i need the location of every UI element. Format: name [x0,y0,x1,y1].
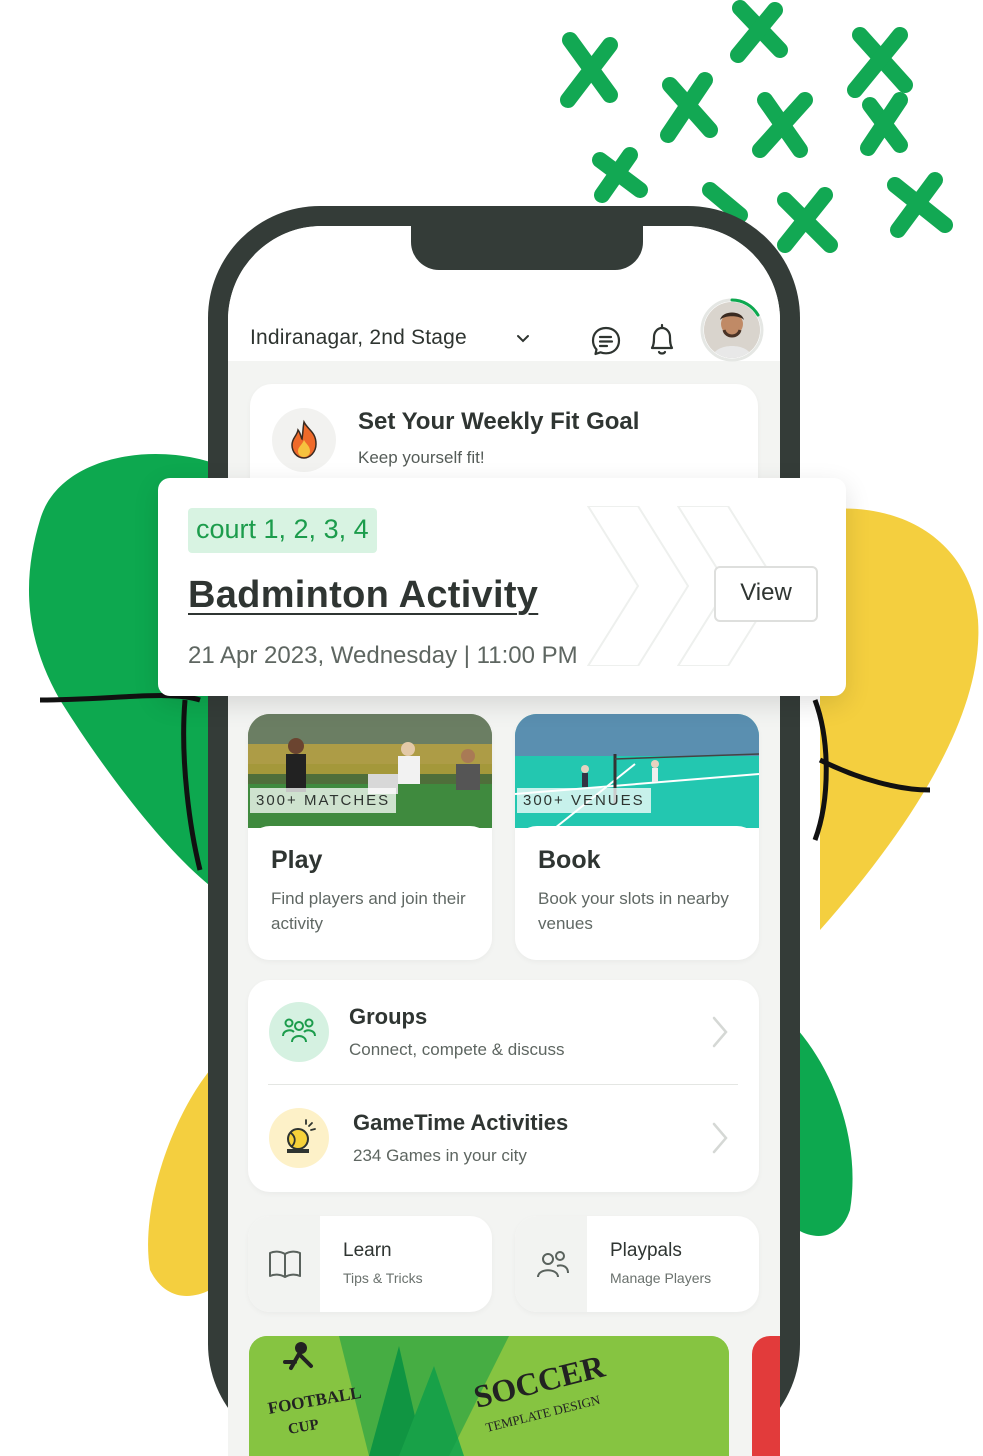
app-screen: Indiranagar, 2nd Stage Set Your Weekly F… [228,226,780,1456]
learn-subtitle: Tips & Tricks [343,1270,423,1286]
activity-title[interactable]: Badminton Activity [188,574,538,617]
banner-artwork: FOOTBALL CUP SOCCER TEMPLATE DESIGN [249,1336,729,1456]
features-list-card: Groups Connect, compete & discuss GameTi… [248,980,759,1192]
chevron-down-icon[interactable] [514,330,532,348]
fit-goal-icon-bg [272,408,336,472]
bell-icon[interactable] [646,322,678,358]
groups-icon-bg [269,1002,329,1062]
book-tile[interactable]: 300+ VENUES Book Book your slots in near… [515,714,759,960]
play-tile[interactable]: 300+ MATCHES Play Find players and join … [248,714,492,960]
chevron-right-icon [712,1122,728,1154]
matches-badge: 300+ MATCHES [250,788,397,813]
learn-card[interactable]: Learn Tips & Tricks [248,1216,492,1312]
fit-goal-title: Set Your Weekly Fit Goal [358,408,640,435]
playpals-icon-box [515,1216,587,1312]
playpals-title: Playpals [610,1240,682,1261]
phone-notch [411,226,643,270]
location-selector[interactable]: Indiranagar, 2nd Stage [250,326,467,350]
court-chip: court 1, 2, 3, 4 [188,508,377,553]
list-divider [268,1084,738,1085]
book-title: Book [538,846,601,874]
book-icon [269,1250,301,1278]
promo-banner-next[interactable] [752,1336,780,1456]
avatar-image [704,302,760,358]
groups-icon [282,1018,316,1043]
playpals-card[interactable]: Playpals Manage Players [515,1216,759,1312]
avatar[interactable] [704,302,760,358]
learn-title: Learn [343,1240,392,1261]
play-title: Play [271,846,323,874]
promo-banner[interactable]: FOOTBALL CUP SOCCER TEMPLATE DESIGN [249,1336,729,1456]
playpals-subtitle: Manage Players [610,1270,712,1286]
book-description: Book your slots in nearby venues [538,889,729,933]
chat-icon[interactable] [590,325,622,357]
groups-title: Groups [349,1004,428,1029]
gametime-subtitle: 234 Games in your city [353,1146,527,1165]
gametime-title: GameTime Activities [353,1110,569,1135]
gametime-icon-bg [269,1108,329,1168]
play-description: Find players and join their activity [271,889,466,933]
book-tile-body: Book Book your slots in nearby venues [515,826,759,960]
play-tile-body: Play Find players and join their activit… [248,826,492,960]
learn-icon-box [248,1216,320,1312]
ball-icon [287,1119,316,1153]
chevron-right-icon [712,1016,728,1048]
fit-goal-subtitle: Keep yourself fit! [358,448,485,467]
activity-popup-card[interactable]: court 1, 2, 3, 4 Badminton Activity 21 A… [158,478,846,696]
people-icon [537,1251,569,1278]
flame-icon [291,419,317,459]
activity-datetime: 21 Apr 2023, Wednesday | 11:00 PM [188,642,578,669]
view-button[interactable]: View [714,566,818,622]
venues-badge: 300+ VENUES [517,788,651,813]
phone-frame: Indiranagar, 2nd Stage Set Your Weekly F… [208,206,800,1456]
groups-subtitle: Connect, compete & discuss [349,1040,565,1059]
